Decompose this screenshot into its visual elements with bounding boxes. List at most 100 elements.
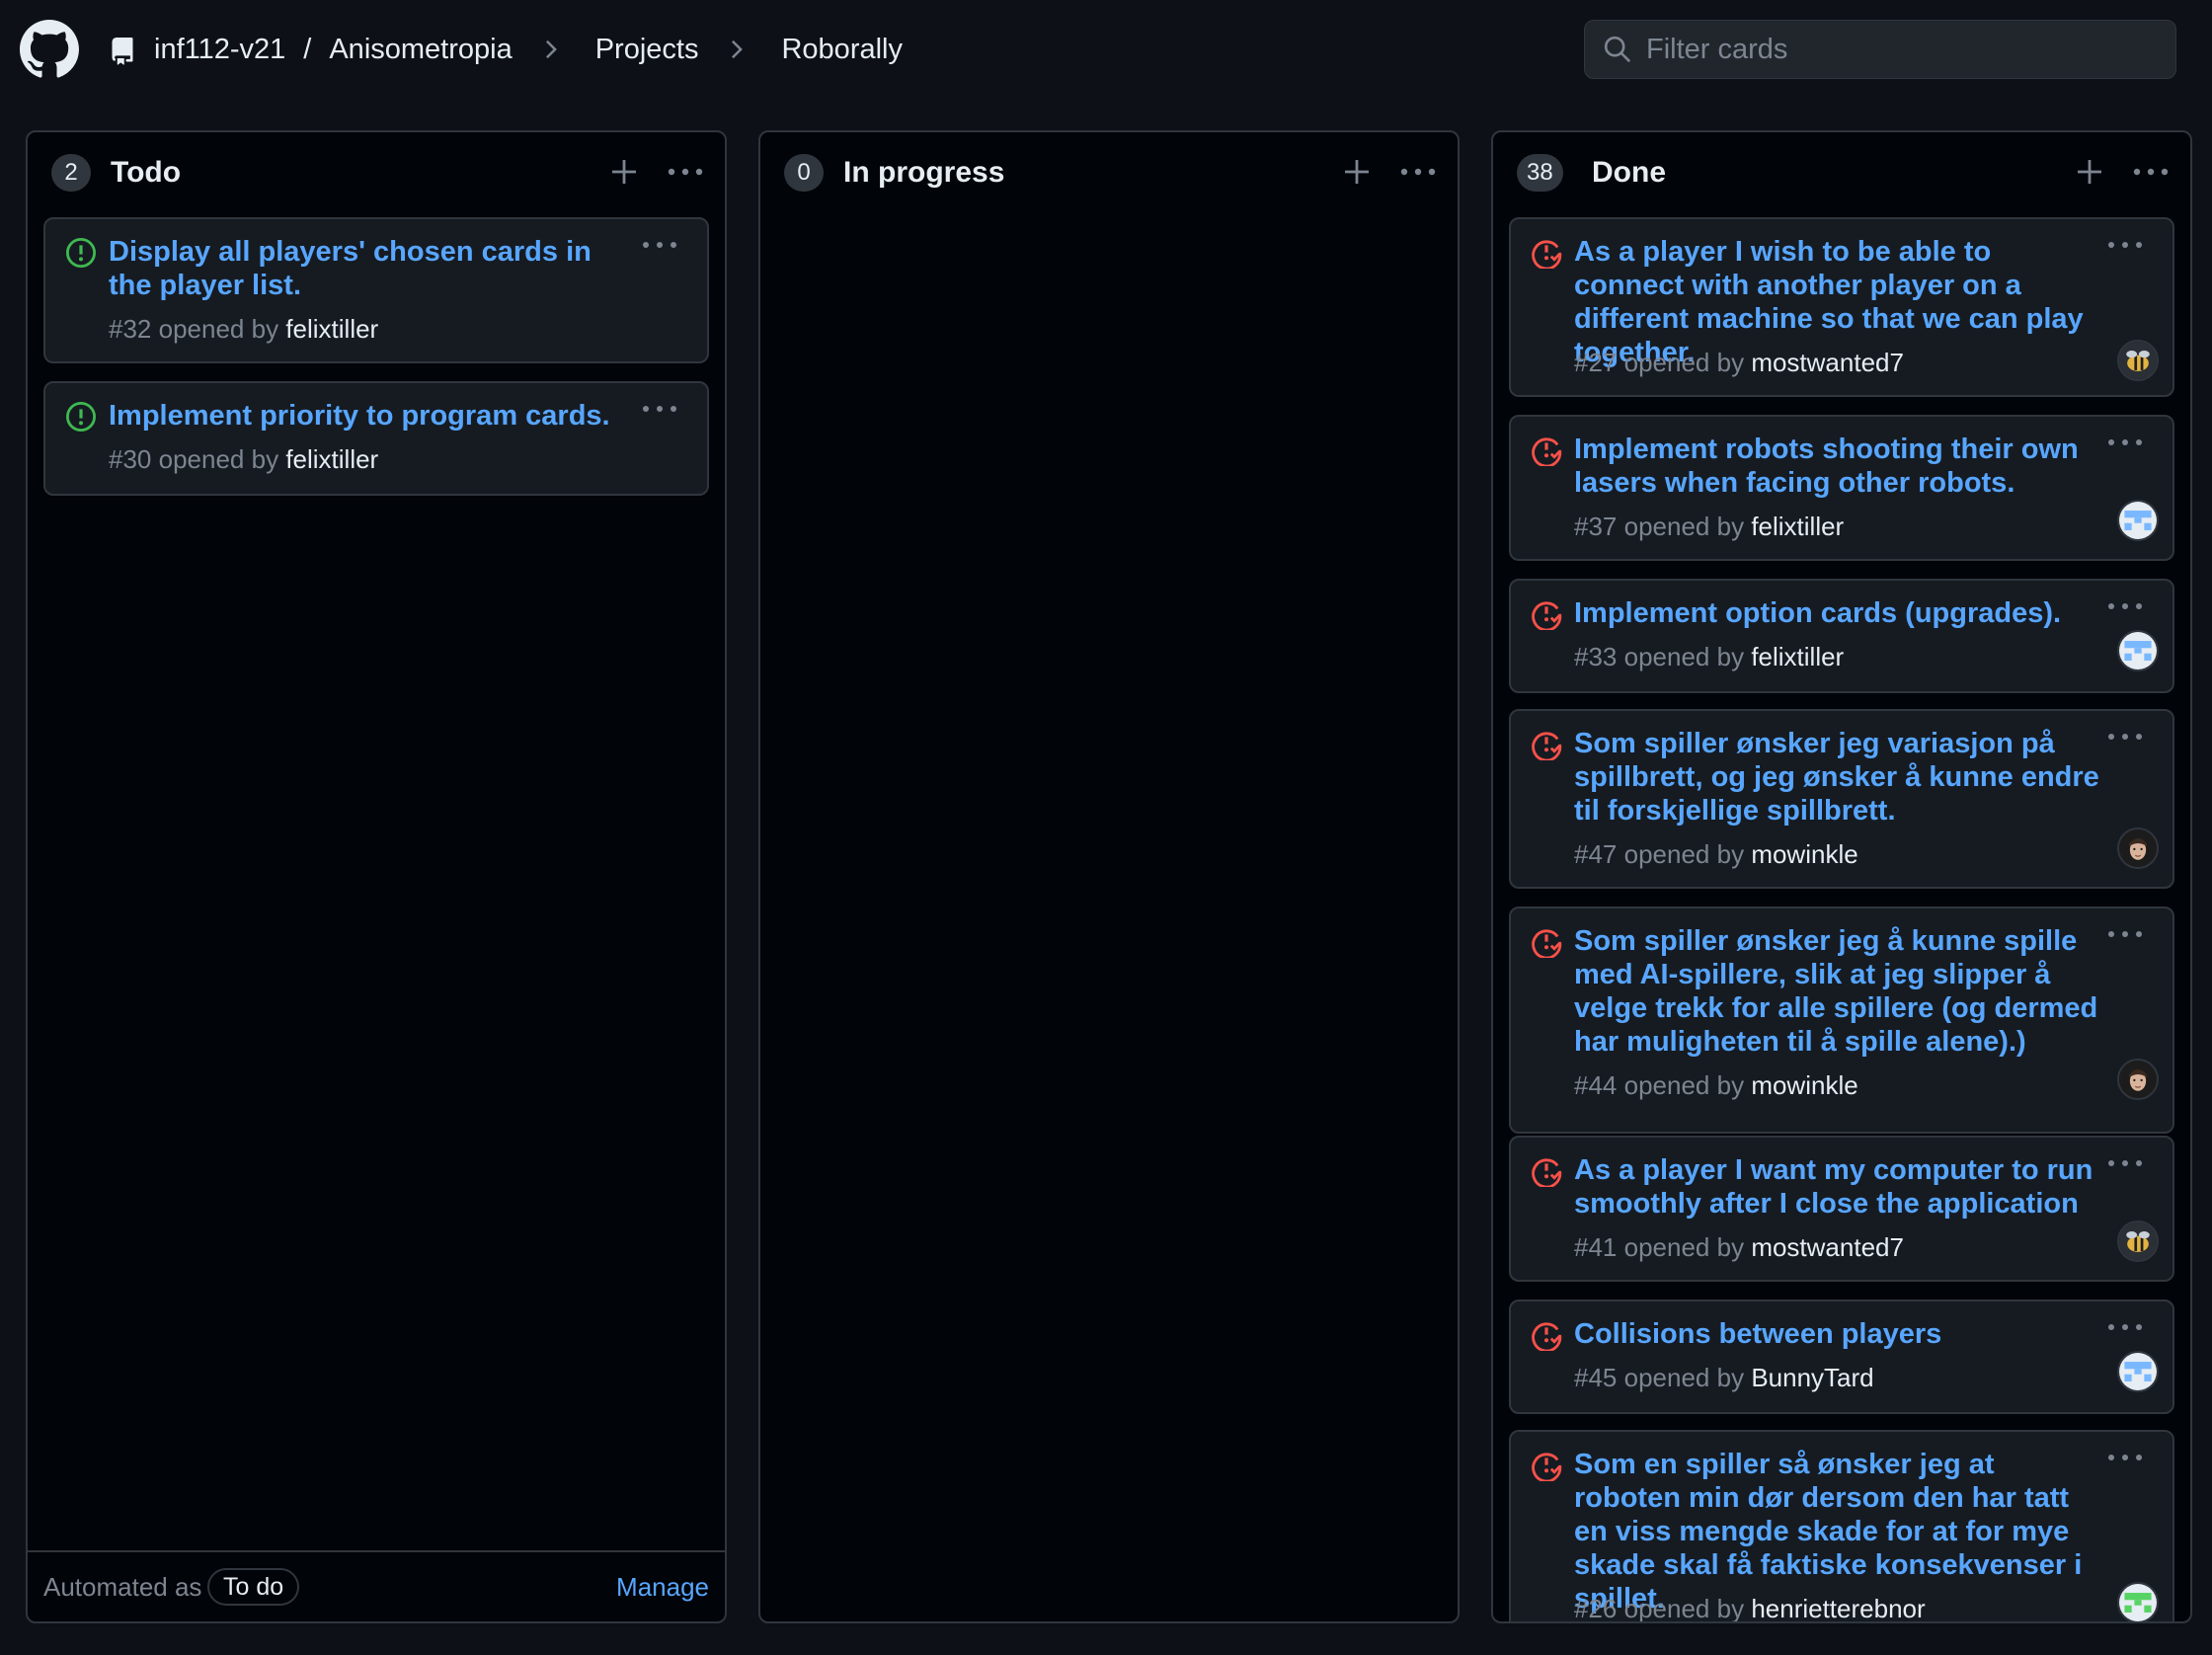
issue-card[interactable]: Implement robots shooting their own lase… [1509,415,2174,561]
issue-card[interactable]: Implement priority to program cards. #30… [43,381,709,496]
column-header: 0 In progress [760,132,1458,213]
issue-card[interactable]: Som spiller ønsker jeg å kunne spille me… [1509,906,2174,1134]
card-menu-icon[interactable] [2107,436,2143,448]
issue-author-link[interactable]: mostwanted7 [1751,1232,1904,1262]
issue-number: #45 [1574,1363,1618,1392]
breadcrumb-org-link[interactable]: inf112-v21 [154,34,285,66]
card-menu-icon[interactable] [2107,928,2143,940]
issue-title-link[interactable]: Som en spiller så ønsker jeg at roboten … [1574,1448,2107,1616]
closed-issue-icon [1532,929,1562,958]
issue-number: #26 [1574,1594,1618,1623]
manage-automation-link[interactable]: Manage [616,1572,709,1603]
breadcrumb-slash: / [303,33,312,65]
chevron-right-icon [732,39,744,59]
issue-title-link[interactable]: Implement option cards (upgrades). [1574,596,2107,630]
github-logo-icon[interactable] [20,20,79,79]
card-menu-icon[interactable] [2107,1157,2143,1169]
repo-icon [112,38,133,65]
breadcrumb-repo-link[interactable]: Anisometropia [329,34,512,66]
column-title: In progress [843,156,1005,189]
issue-title-link[interactable]: Som spiller ønsker jeg variasjon på spil… [1574,727,2107,828]
card-menu-icon[interactable] [642,403,677,415]
issue-meta: #44 opened by mowinkle [1574,1070,1858,1101]
issue-author-link[interactable]: felixtiller [285,444,378,474]
issue-number: #33 [1574,642,1618,671]
issue-meta: #27 opened by mostwanted7 [1574,348,1904,378]
issue-meta: #32 opened by felixtiller [109,314,378,345]
card-menu-icon[interactable] [642,239,677,251]
issue-meta: #45 opened by BunnyTard [1574,1363,1874,1393]
automation-preset-badge: To do [207,1568,300,1606]
column-menu-icon[interactable] [2131,156,2171,188]
column-in-progress: 0 In progress [758,130,1460,1623]
column-title: Done [1592,156,1666,189]
automation-label: Automated as [43,1571,202,1602]
issue-number: #37 [1574,512,1618,541]
face-avatar[interactable] [2117,828,2159,869]
issue-card[interactable]: Display all players' chosen cards in the… [43,217,709,363]
closed-issue-icon [1532,1453,1562,1481]
chevron-right-icon [545,39,557,59]
issue-card[interactable]: Som en spiller så ønsker jeg at roboten … [1509,1430,2174,1623]
card-menu-icon[interactable] [2107,1321,2143,1333]
issue-card[interactable]: As a player I wish to be able to connect… [1509,217,2174,397]
add-card-icon[interactable] [2074,156,2105,188]
column-menu-icon[interactable] [666,156,705,188]
pixel-avatar-blue[interactable] [2117,1351,2159,1392]
issue-title-link[interactable]: Collisions between players [1574,1317,2107,1351]
issue-author-link[interactable]: felixtiller [1751,512,1844,541]
pixel-avatar-blue[interactable] [2117,500,2159,541]
column-header: 38 Done [1493,132,2190,213]
card-menu-icon[interactable] [2107,731,2143,743]
issue-meta: #47 opened by mowinkle [1574,839,1858,870]
issue-title-link[interactable]: Som spiller ønsker jeg å kunne spille me… [1574,924,2107,1059]
issue-card[interactable]: Collisions between players #45 opened by… [1509,1300,2174,1414]
bee-avatar[interactable] [2117,340,2159,381]
opened-by-label: opened by [1623,1594,1745,1623]
filter-cards-search[interactable] [1584,20,2176,79]
closed-issue-icon [1532,601,1562,630]
issue-title-link[interactable]: As a player I want my computer to run sm… [1574,1153,2107,1221]
closed-issue-icon [1532,1322,1562,1351]
column-menu-icon[interactable] [1398,156,1438,188]
filter-cards-input[interactable] [1646,33,2160,66]
issue-title-link[interactable]: Implement robots shooting their own lase… [1574,433,2107,500]
opened-by-label: opened by [158,444,279,474]
opened-by-label: opened by [1623,1070,1745,1100]
opened-by-label: opened by [1623,512,1745,541]
issue-author-link[interactable]: felixtiller [285,314,378,344]
add-card-icon[interactable] [1341,156,1373,188]
issue-meta: #30 opened by felixtiller [109,444,378,475]
issue-card[interactable]: Som spiller ønsker jeg variasjon på spil… [1509,709,2174,889]
column-todo: 2 Todo Display all players' chosen cards… [26,130,727,1623]
breadcrumb: inf112-v21 / Anisometropia Projects Robo… [154,28,903,71]
issue-title-link[interactable]: Display all players' chosen cards in the… [109,235,642,302]
card-menu-icon[interactable] [2107,600,2143,612]
breadcrumb-projects-link[interactable]: Projects [595,34,699,66]
add-card-icon[interactable] [608,156,640,188]
card-menu-icon[interactable] [2107,1452,2143,1463]
card-menu-icon[interactable] [2107,239,2143,251]
issue-author-link[interactable]: felixtiller [1751,642,1844,671]
issue-number: #47 [1574,839,1618,869]
breadcrumb-project-name[interactable]: Roborally [781,34,903,66]
issue-card[interactable]: Implement option cards (upgrades). #33 o… [1509,579,2174,693]
issue-author-link[interactable]: mowinkle [1751,1070,1857,1100]
issue-title-link[interactable]: Implement priority to program cards. [109,399,642,433]
issue-author-link[interactable]: henrietterebnor [1751,1594,1925,1621]
bee-avatar[interactable] [2117,1221,2159,1262]
issue-author-link[interactable]: mostwanted7 [1751,348,1904,377]
issue-number: #44 [1574,1070,1618,1100]
issue-card[interactable]: As a player I want my computer to run sm… [1509,1136,2174,1282]
issue-author-link[interactable]: mowinkle [1751,839,1857,869]
closed-issue-icon [1532,732,1562,760]
issue-author-link[interactable]: BunnyTard [1751,1363,1873,1392]
column-title: Todo [111,156,182,189]
opened-by-label: opened by [1623,1363,1745,1392]
pixel-avatar-blue[interactable] [2117,630,2159,671]
closed-issue-icon [1532,240,1562,269]
pixel-avatar-green[interactable] [2117,1582,2159,1623]
closed-issue-icon [1532,1158,1562,1187]
face-avatar[interactable] [2117,1059,2159,1100]
column-header: 2 Todo [28,132,725,213]
